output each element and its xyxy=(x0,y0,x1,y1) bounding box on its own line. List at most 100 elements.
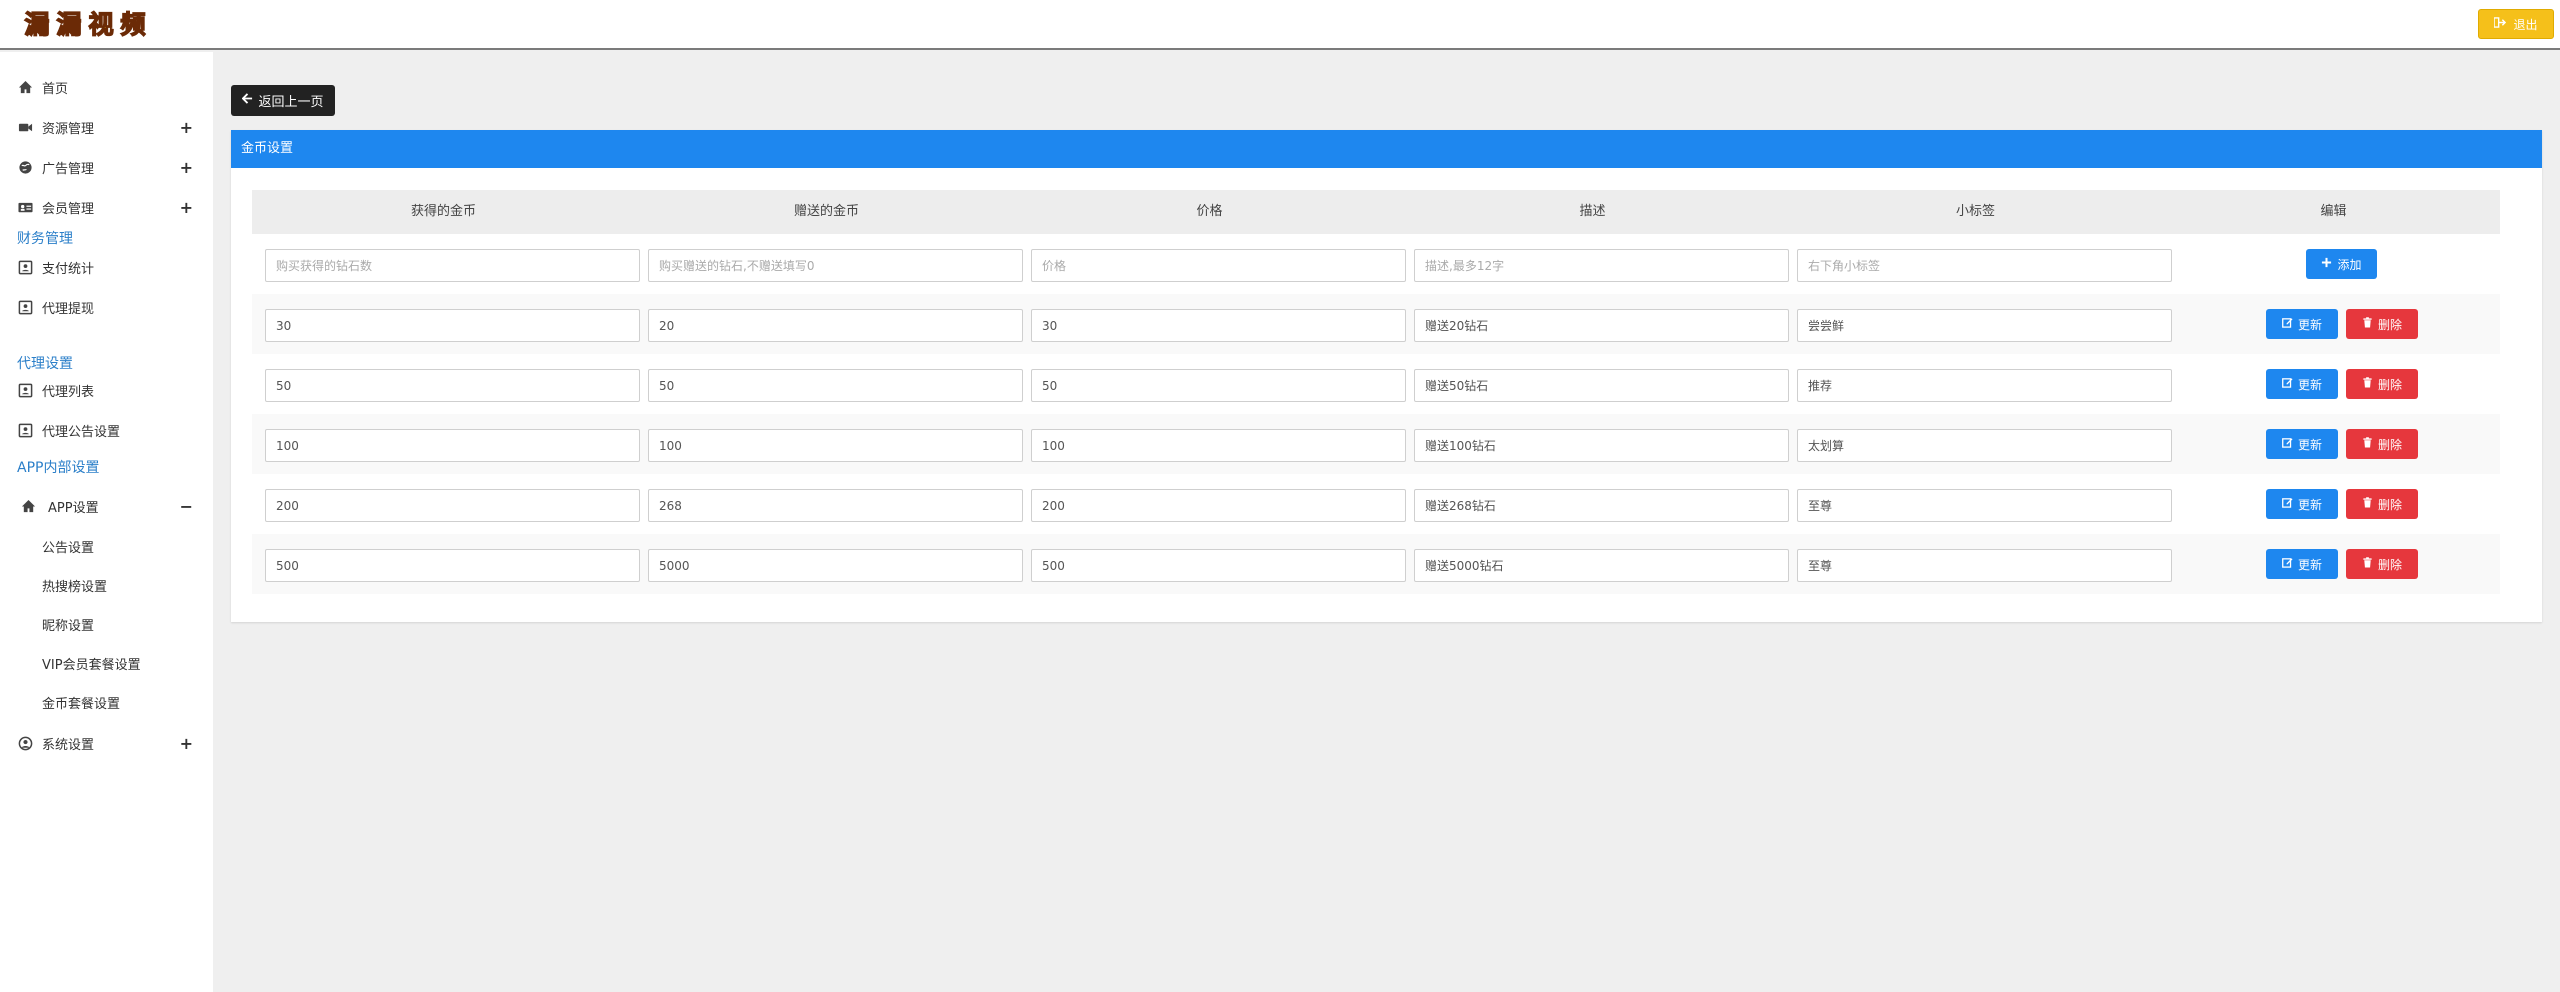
home-icon xyxy=(20,498,36,514)
sidebar-item-resources[interactable]: 资源管理 + xyxy=(0,116,213,138)
description-input[interactable] xyxy=(1414,309,1789,342)
price-input[interactable] xyxy=(1031,249,1406,282)
app-logo[interactable]: 漏 漏 视 频 xyxy=(24,9,146,42)
price-input[interactable] xyxy=(1031,489,1406,522)
back-button[interactable]: 返回上一页 xyxy=(231,85,335,116)
description-input[interactable] xyxy=(1414,489,1789,522)
logo-char: 视 xyxy=(88,9,114,39)
delete-label: 删除 xyxy=(2377,437,2402,452)
edit-icon xyxy=(2282,317,2293,331)
price-input[interactable] xyxy=(1031,309,1406,342)
user-card-icon xyxy=(17,422,33,438)
bonus-input[interactable] xyxy=(648,249,1023,282)
update-button[interactable]: 更新 xyxy=(2266,549,2338,579)
add-button[interactable]: 添加 xyxy=(2306,249,2377,279)
coins-input[interactable] xyxy=(265,429,640,462)
expand-icon[interactable]: + xyxy=(180,158,193,177)
price-input[interactable] xyxy=(1031,549,1406,582)
sidebar-item-agent-notice[interactable]: 代理公告设置 xyxy=(0,419,213,441)
delete-button[interactable]: 删除 xyxy=(2346,369,2418,399)
bonus-input[interactable] xyxy=(648,309,1023,342)
edit-icon xyxy=(2282,557,2293,571)
sidebar-item-label: 代理提现 xyxy=(42,301,95,317)
collapse-icon[interactable]: − xyxy=(180,497,193,516)
description-input[interactable] xyxy=(1414,369,1789,402)
delete-button[interactable]: 删除 xyxy=(2346,429,2418,459)
user-card-icon xyxy=(17,382,33,398)
coins-input[interactable] xyxy=(265,489,640,522)
description-input[interactable] xyxy=(1414,249,1789,282)
user-card-icon xyxy=(17,299,33,315)
sidebar-subitem-nickname[interactable]: 昵称设置 xyxy=(42,615,94,634)
bonus-input[interactable] xyxy=(648,369,1023,402)
update-button[interactable]: 更新 xyxy=(2266,369,2338,399)
back-label: 返回上一页 xyxy=(258,95,324,110)
sidebar-section-app[interactable]: APP内部设置 xyxy=(17,457,99,477)
sidebar-item-agent-list[interactable]: 代理列表 xyxy=(0,379,213,401)
table-row: 更新 删除 xyxy=(252,474,2500,534)
sidebar-item-ads[interactable]: 广告管理 + xyxy=(0,156,213,178)
tag-input[interactable] xyxy=(1797,429,2172,462)
sidebar-subitem-coin-plan[interactable]: 金币套餐设置 xyxy=(42,693,120,712)
video-camera-icon xyxy=(17,119,33,135)
sidebar-section-finance[interactable]: 财务管理 xyxy=(17,228,73,248)
tag-input[interactable] xyxy=(1797,489,2172,522)
sidebar-subitem-hot-search[interactable]: 热搜榜设置 xyxy=(42,576,107,595)
logo-char: 漏 xyxy=(24,9,50,39)
sidebar-item-agent-withdraw[interactable]: 代理提现 xyxy=(0,296,213,318)
bonus-input[interactable] xyxy=(648,489,1023,522)
sidebar-subitem-notice[interactable]: 公告设置 xyxy=(42,537,94,556)
update-button[interactable]: 更新 xyxy=(2266,429,2338,459)
tag-input[interactable] xyxy=(1797,249,2172,282)
coins-input[interactable] xyxy=(265,369,640,402)
expand-icon[interactable]: + xyxy=(180,118,193,137)
column-header: 小标签 xyxy=(1955,204,1995,219)
delete-button[interactable]: 删除 xyxy=(2346,309,2418,339)
update-button[interactable]: 更新 xyxy=(2266,489,2338,519)
tag-input[interactable] xyxy=(1797,549,2172,582)
coins-input[interactable] xyxy=(265,549,640,582)
sidebar-item-label: 首页 xyxy=(42,81,69,97)
delete-button[interactable]: 删除 xyxy=(2346,489,2418,519)
update-label: 更新 xyxy=(2297,317,2322,332)
sidebar-item-label: 广告管理 xyxy=(42,161,95,177)
sidebar-item-label: 资源管理 xyxy=(42,121,95,137)
logout-button[interactable]: 退出 xyxy=(2478,9,2554,39)
expand-icon[interactable]: + xyxy=(180,198,193,217)
bonus-input[interactable] xyxy=(648,549,1023,582)
sidebar-item-members[interactable]: 会员管理 + xyxy=(0,196,213,218)
trash-icon xyxy=(2362,497,2373,511)
sign-out-icon xyxy=(2493,17,2507,31)
sidebar-item-payment-stats[interactable]: 支付统计 xyxy=(0,256,213,278)
sidebar-item-label: 代理公告设置 xyxy=(42,424,121,440)
price-input[interactable] xyxy=(1031,369,1406,402)
sidebar-item-label: APP设置 xyxy=(48,500,99,516)
description-input[interactable] xyxy=(1414,429,1789,462)
update-button[interactable]: 更新 xyxy=(2266,309,2338,339)
add-label: 添加 xyxy=(2337,257,2362,272)
sidebar-item-app-settings[interactable]: APP设置 − xyxy=(0,495,213,517)
edit-icon xyxy=(2282,377,2293,391)
delete-button[interactable]: 删除 xyxy=(2346,549,2418,579)
price-input[interactable] xyxy=(1031,429,1406,462)
sidebar-item-home[interactable]: 首页 xyxy=(0,76,213,98)
sidebar-item-label: 支付统计 xyxy=(42,261,95,277)
globe-icon xyxy=(17,159,33,175)
bonus-input[interactable] xyxy=(648,429,1023,462)
tag-input[interactable] xyxy=(1797,309,2172,342)
expand-icon[interactable]: + xyxy=(180,734,193,753)
update-label: 更新 xyxy=(2297,377,2322,392)
table-row: 更新 删除 xyxy=(252,294,2500,354)
coins-input[interactable] xyxy=(265,249,640,282)
sidebar-item-system[interactable]: 系统设置 + xyxy=(0,732,213,754)
update-label: 更新 xyxy=(2297,437,2322,452)
logo-char: 频 xyxy=(120,9,146,39)
coin-settings-panel: 金币设置 获得的金币 赠送的金币 价格 描述 小标签 编辑 添加 xyxy=(231,130,2542,622)
sidebar-subitem-vip-plan[interactable]: VIP会员套餐设置 xyxy=(42,654,141,673)
coins-input[interactable] xyxy=(265,309,640,342)
description-input[interactable] xyxy=(1414,549,1789,582)
tag-input[interactable] xyxy=(1797,369,2172,402)
delete-label: 删除 xyxy=(2377,377,2402,392)
sidebar-section-agent[interactable]: 代理设置 xyxy=(17,353,73,373)
column-header: 编辑 xyxy=(2320,204,2347,219)
